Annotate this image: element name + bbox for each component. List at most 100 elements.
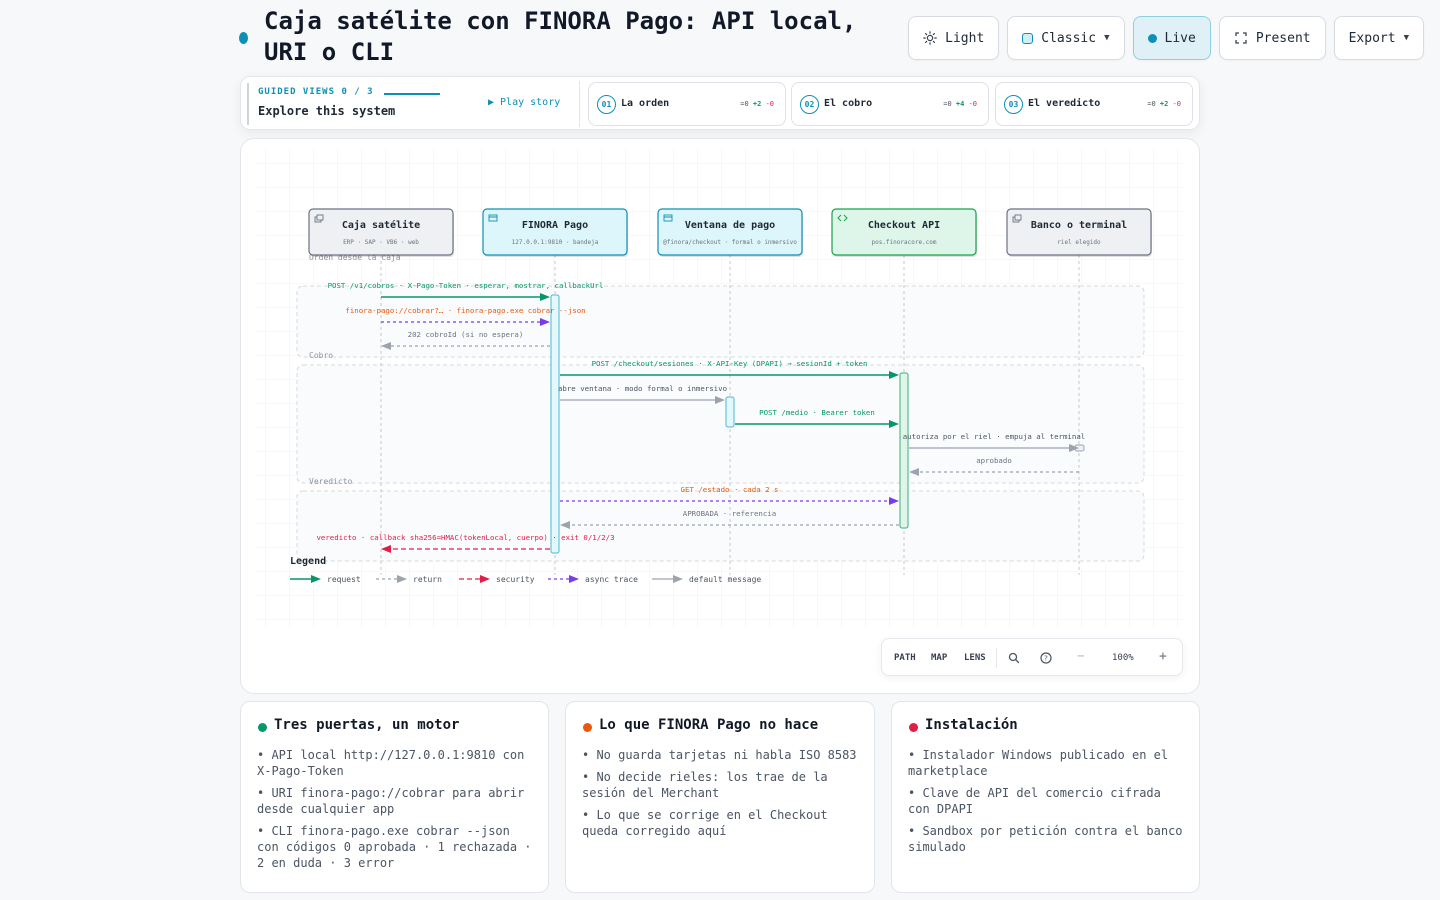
participant-subtitle: riel elegido — [1057, 239, 1101, 246]
present-label: Present — [1255, 30, 1311, 46]
map-button[interactable]: MAP — [931, 653, 947, 663]
lens-button[interactable]: LENS — [964, 653, 986, 663]
group-label: Cobro — [309, 351, 333, 360]
message-label: GET /estado · cada 2 s — [681, 485, 779, 494]
page-title: Caja satélite con FINORA Pago: API local… — [264, 7, 857, 66]
list-item: • Clave de API del comercio cifrada con … — [908, 786, 1161, 816]
card-title: Instalación — [925, 717, 1018, 733]
step-label: La orden — [621, 98, 670, 109]
sequence-diagram: Orden desde la caja Cobro Veredicto Caja… — [255, 149, 1185, 627]
participant-box — [657, 208, 803, 256]
style-label: Classic — [1041, 30, 1097, 46]
activation-bar — [550, 294, 560, 554]
participant-subtitle: ERP · SAP · VB6 · web — [343, 239, 419, 246]
step-diff-stats: =0 +4 -0 — [943, 100, 977, 108]
step-diff-stats: =0 +2 -0 — [1147, 100, 1181, 108]
message-label: autoriza por el riel · empuja al termina… — [903, 432, 1085, 441]
guided-step-3[interactable]: 03 El veredicto =0 +2 -0 — [995, 82, 1193, 126]
chevron-down-icon: ▼ — [1403, 33, 1409, 43]
guided-views-panel: GUIDED VIEWS 0 / 3 Explore this system ▶… — [240, 76, 1200, 130]
icon-path — [1014, 214, 1022, 221]
live-label: Live — [1164, 30, 1196, 46]
participant-subtitle: @finora/checkout · formal o inmersivo — [663, 239, 797, 246]
toolbar: Light Classic ▼ Live Present Export ▼ — [908, 16, 1424, 60]
step-diff-stats: =0 +2 -0 — [740, 100, 774, 108]
path-button[interactable]: PATH — [894, 653, 916, 663]
play-story-button[interactable]: ▶ Play story — [488, 97, 560, 108]
live-button[interactable]: Live — [1132, 16, 1211, 60]
list-item: • No guarda tarjetas ni habla ISO 8583 — [582, 748, 857, 762]
live-dot-icon — [1147, 33, 1157, 43]
search-icon[interactable] — [1007, 651, 1021, 665]
participant-4: Checkout API pos.finoracore.com — [831, 208, 977, 257]
group-frame — [296, 364, 1145, 484]
guided-views-summary: GUIDED VIEWS 0 / 3 Explore this system ▶… — [247, 83, 577, 125]
help-icon[interactable]: ? — [1039, 651, 1053, 665]
style-swatch-icon — [1022, 32, 1034, 44]
participant-box — [831, 208, 977, 256]
guided-views-subtitle: Explore this system — [258, 104, 396, 118]
legend-label: security — [496, 575, 535, 584]
message-label: finora-pago://cobrar?… · finora-pago.exe… — [345, 306, 585, 315]
card-dot — [909, 723, 918, 732]
participant-box — [482, 208, 628, 256]
activation-bar — [725, 396, 735, 428]
guided-views-counter: GUIDED VIEWS 0 / 3 — [258, 87, 374, 97]
export-label: Export — [1348, 30, 1396, 46]
chevron-down-icon: ▼ — [1104, 33, 1110, 43]
diagram-canvas[interactable]: Orden desde la caja Cobro Veredicto Caja… — [240, 138, 1200, 694]
message-label: 202 cobroId (si no espera) — [408, 330, 524, 339]
legend-label: request — [327, 575, 361, 584]
guided-step-2[interactable]: 02 El cobro =0 +4 -0 — [791, 82, 989, 126]
message-label: abre ventana · modo formal o inmersivo — [558, 384, 727, 393]
step-label: El veredicto — [1028, 98, 1101, 109]
participant-name: FINORA Pago — [522, 220, 588, 231]
participant-name: Checkout API — [868, 220, 940, 231]
message-label: veredicto · callback sha256=HMAC(tokenLo… — [316, 533, 614, 542]
participant-2: FINORA Pago 127.0.0.1:9810 · bandeja — [482, 208, 628, 257]
list-item: • CLI finora-pago.exe cobrar --json con … — [257, 824, 532, 870]
participant-box — [308, 208, 454, 256]
zoom-out-button[interactable]: − — [1077, 649, 1085, 664]
zoom-in-button[interactable]: + — [1159, 649, 1167, 664]
participant-box — [1006, 208, 1152, 256]
divider — [996, 648, 997, 668]
divider — [579, 81, 580, 127]
legend-label: async trace — [585, 575, 638, 584]
participant-name: Banco o terminal — [1031, 219, 1127, 231]
export-button[interactable]: Export ▼ — [1333, 16, 1424, 60]
participant-name: Caja satélite — [342, 219, 420, 231]
theme-label: Light — [945, 30, 985, 46]
theme-button[interactable]: Light — [908, 16, 1000, 60]
list-item: • API local http://127.0.0.1:9810 con X-… — [257, 748, 525, 778]
present-button[interactable]: Present — [1218, 16, 1326, 60]
card-dot — [583, 723, 592, 732]
message-label: POST /medio · Bearer token — [759, 408, 875, 417]
participant-subtitle: 127.0.0.1:9810 · bandeja — [512, 239, 599, 246]
participant-1: Caja satélite ERP · SAP · VB6 · web — [308, 208, 454, 257]
list-item: • Instalador Windows publicado en el mar… — [908, 748, 1169, 778]
icon-path — [316, 214, 324, 221]
style-select-button[interactable]: Classic ▼ — [1007, 16, 1125, 60]
sun-icon — [923, 31, 937, 45]
activation-bar — [899, 372, 909, 529]
step-number: 01 — [597, 95, 616, 114]
message-label: POST /checkout/sesiones · X-API-Key (DPA… — [592, 359, 868, 368]
participant-subtitle: pos.finoracore.com — [871, 239, 936, 246]
info-card-limits: Lo que FINORA Pago no hace • No guarda t… — [565, 701, 875, 893]
participant-3: Ventana de pago @finora/checkout · formal… — [657, 208, 803, 257]
card-title: Lo que FINORA Pago no hace — [599, 717, 819, 733]
legend-label: default message — [689, 575, 761, 584]
zoom-level: 100% — [1112, 653, 1134, 663]
guided-step-1[interactable]: 01 La orden =0 +2 -0 — [588, 82, 786, 126]
card-dot — [258, 723, 267, 732]
fullscreen-icon — [1234, 31, 1248, 45]
info-card-install: Instalación • Instalador Windows publica… — [891, 701, 1200, 893]
card-list: • API local http://127.0.0.1:9810 con X-… — [257, 747, 536, 877]
list-item: • Sandbox por petición contra el banco s… — [908, 824, 1183, 854]
card-list: • No guarda tarjetas ni habla ISO 8583 •… — [582, 747, 862, 845]
canvas-controls: PATH MAP LENS ? − 100% + — [881, 638, 1183, 676]
legend-label: return — [413, 575, 442, 584]
guided-views-progress-bar — [384, 93, 440, 95]
step-number: 02 — [800, 95, 819, 114]
